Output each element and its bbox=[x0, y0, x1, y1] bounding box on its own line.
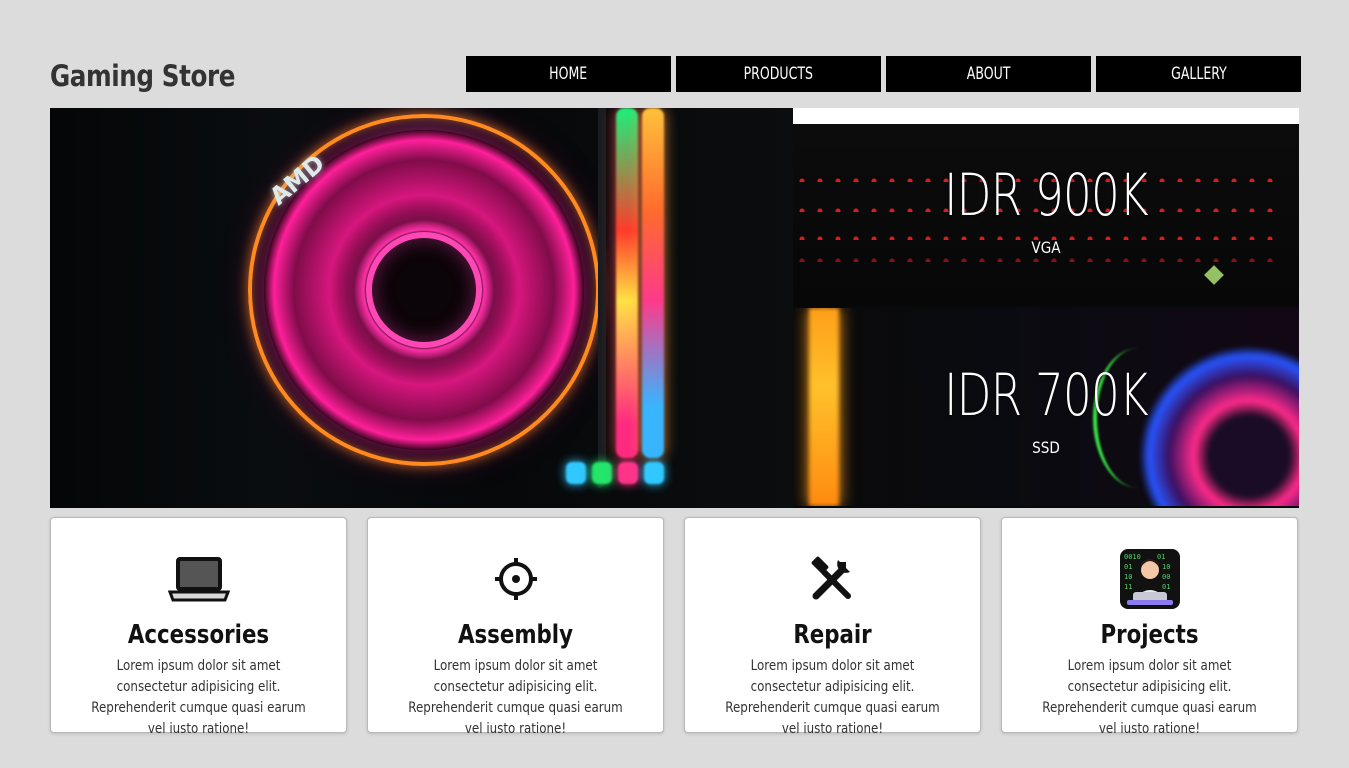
ram-light bbox=[644, 462, 664, 484]
svg-text:11: 11 bbox=[1124, 583, 1132, 591]
nav-home[interactable]: HOME bbox=[466, 56, 671, 92]
nav-gallery-label: GALLERY bbox=[1170, 64, 1227, 84]
svg-text:10: 10 bbox=[1162, 563, 1170, 571]
hero-banner: AMD IDR 900K VGA IDR 700K SSD bbox=[50, 108, 1299, 508]
svg-text:0010: 0010 bbox=[1124, 553, 1141, 561]
feature-text: Lorem ipsum dolor sit amet consectetur a… bbox=[1042, 658, 1257, 737]
feature-title: Assembly bbox=[457, 620, 574, 650]
crosshair-icon bbox=[368, 548, 663, 610]
promo-label: SSD bbox=[1032, 438, 1060, 457]
ram-light bbox=[592, 462, 612, 484]
feature-title: Projects bbox=[1100, 620, 1199, 650]
hero-main-image: AMD bbox=[50, 108, 793, 508]
feature-title: Repair bbox=[793, 620, 872, 650]
promo-price: IDR 700K bbox=[944, 361, 1149, 429]
feature-card-accessories[interactable]: Accessories Lorem ipsum dolor sit amet c… bbox=[50, 517, 347, 737]
feature-text: Lorem ipsum dolor sit amet consectetur a… bbox=[725, 658, 940, 737]
promo-card-ssd[interactable]: IDR 700K SSD bbox=[793, 308, 1299, 506]
feature-text: Lorem ipsum dolor sit amet consectetur a… bbox=[91, 658, 306, 737]
svg-text:01: 01 bbox=[1124, 563, 1132, 571]
feature-text: Lorem ipsum dolor sit amet consectetur a… bbox=[408, 658, 623, 737]
page: Gaming Store HOME PRODUCTS ABOUT GALLERY… bbox=[0, 0, 1349, 768]
feature-cards: Accessories Lorem ipsum dolor sit amet c… bbox=[50, 517, 1298, 737]
main-nav: HOME PRODUCTS ABOUT GALLERY bbox=[466, 56, 1301, 92]
feature-card-projects[interactable]: 0010 01 01 10 10 00 11 01 Projects Lorem ips… bbox=[1001, 517, 1298, 737]
promo-text: IDR 700K SSD bbox=[793, 308, 1299, 506]
ram-light bbox=[618, 462, 638, 484]
promo-card-vga[interactable]: IDR 900K VGA bbox=[793, 108, 1299, 306]
laptop-icon bbox=[51, 548, 346, 610]
nav-home-label: HOME bbox=[549, 64, 588, 84]
site-logo[interactable]: Gaming Store bbox=[50, 56, 235, 96]
promo-price: IDR 900K bbox=[944, 161, 1149, 229]
nav-products[interactable]: PRODUCTS bbox=[676, 56, 881, 92]
feature-card-repair[interactable]: Repair Lorem ipsum dolor sit amet consec… bbox=[684, 517, 981, 737]
nav-products-label: PRODUCTS bbox=[743, 64, 814, 84]
feature-card-assembly[interactable]: Assembly Lorem ipsum dolor sit amet cons… bbox=[367, 517, 664, 737]
nav-about-label: ABOUT bbox=[966, 64, 1011, 84]
tools-icon bbox=[685, 548, 980, 610]
svg-text:01: 01 bbox=[1157, 553, 1165, 561]
feature-title: Accessories bbox=[127, 620, 270, 650]
nav-about[interactable]: ABOUT bbox=[886, 56, 1091, 92]
cooler-trim bbox=[598, 108, 606, 488]
ram-stick bbox=[616, 108, 638, 458]
ram-light bbox=[566, 462, 586, 484]
technologist-icon: 0010 01 01 10 10 00 11 01 bbox=[1002, 548, 1297, 610]
svg-text:01: 01 bbox=[1162, 583, 1170, 591]
fan-hub bbox=[366, 232, 482, 348]
svg-text:00: 00 bbox=[1162, 573, 1170, 581]
nav-gallery[interactable]: GALLERY bbox=[1096, 56, 1301, 92]
promo-text: IDR 900K VGA bbox=[793, 108, 1299, 306]
ram-stick bbox=[642, 108, 664, 458]
promo-label: VGA bbox=[1031, 238, 1061, 257]
svg-text:10: 10 bbox=[1124, 573, 1132, 581]
